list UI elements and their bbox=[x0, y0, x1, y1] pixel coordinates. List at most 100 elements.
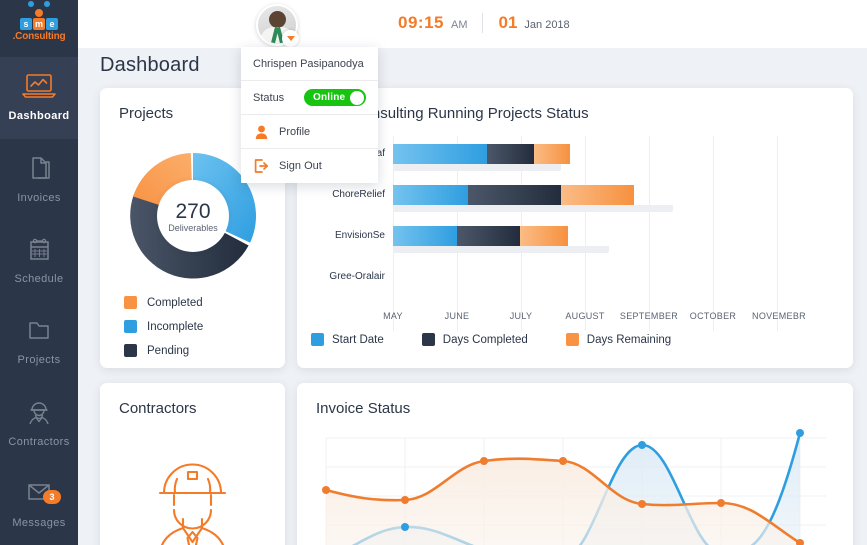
legend-label: Days Remaining bbox=[586, 333, 672, 346]
dropdown-user-name: Chrispen Pasipanodya bbox=[253, 57, 364, 70]
gantt-seg-days-completed bbox=[487, 144, 534, 164]
calendar-icon bbox=[22, 236, 56, 266]
gantt-tick-label: SEPTEMBER bbox=[619, 311, 679, 321]
status-toggle-label: Online bbox=[313, 92, 346, 103]
page-title: Dashboard bbox=[100, 54, 200, 76]
sidebar-item-dashboard[interactable]: Dashboard bbox=[0, 57, 78, 139]
donut-caption: Deliverables bbox=[168, 222, 218, 233]
dashboard-app: s m e .Consulting Dashboard Invoices Sch… bbox=[0, 0, 867, 545]
gantt-row-label: ChoreRelief bbox=[332, 189, 385, 200]
laptop-chart-icon bbox=[22, 73, 56, 103]
sidebar-item-label: Dashboard bbox=[8, 110, 70, 123]
gantt-tick-label: MAY bbox=[383, 311, 403, 321]
chevron-down-glyph bbox=[286, 36, 295, 41]
current-day: 01 bbox=[498, 13, 518, 32]
documents-icon bbox=[22, 155, 56, 185]
gantt-row-label: Gree-Oralair bbox=[329, 271, 385, 282]
user-dropdown-menu[interactable]: Chrispen Pasipanodya Status Online Profi… bbox=[241, 47, 378, 183]
sidebar-item-label: Invoices bbox=[17, 191, 61, 204]
dropdown-status-label: Status bbox=[253, 91, 285, 104]
legend-label: Completed bbox=[147, 296, 203, 309]
logo-letter-e: e bbox=[45, 18, 58, 30]
dropdown-user-name-row: Chrispen Pasipanodya bbox=[241, 47, 378, 81]
worker-helmet-icon bbox=[150, 461, 235, 545]
contractors-card-title: Contractors bbox=[119, 400, 197, 417]
legend-swatch-days-completed bbox=[421, 333, 435, 346]
projects-card-title: Projects bbox=[119, 105, 174, 122]
dropdown-signout-label: Sign Out bbox=[279, 160, 322, 172]
legend-item[interactable]: Days Remaining bbox=[565, 333, 672, 346]
legend-item[interactable]: Incomplete bbox=[124, 320, 203, 333]
logo-subtitle: .Consulting bbox=[12, 31, 66, 42]
dropdown-signout-item[interactable]: Sign Out bbox=[241, 149, 378, 183]
legend-item[interactable]: Completed bbox=[124, 296, 203, 309]
gantt-seg-days-remaining bbox=[534, 144, 570, 164]
sidebar-item-projects[interactable]: Projects bbox=[0, 301, 78, 382]
gantt-tick-label: AUGUST bbox=[565, 311, 605, 321]
legend-label: Incomplete bbox=[147, 320, 204, 333]
user-icon bbox=[253, 125, 269, 139]
chevron-down-icon[interactable] bbox=[282, 30, 299, 47]
current-time: 09:15 bbox=[398, 13, 444, 32]
legend-label: Start Date bbox=[332, 333, 384, 346]
topbar: 09:15 AM 01 Jan 2018 bbox=[78, 0, 867, 48]
bar-shadow bbox=[393, 164, 561, 171]
gantt-seg-start-date bbox=[393, 226, 457, 246]
legend-label: Days Completed bbox=[442, 333, 528, 346]
gantt-row[interactable]: Gree-Oralair bbox=[311, 267, 839, 287]
legend-swatch-incomplete bbox=[124, 320, 137, 333]
sidebar-item-label: Schedule bbox=[14, 272, 64, 285]
running-projects-card: SME.Consulting Running Projects Status S… bbox=[297, 88, 853, 368]
logo-letter-m: m bbox=[32, 18, 45, 30]
status-toggle-knob bbox=[350, 90, 364, 105]
gantt-row[interactable]: Simpleaf bbox=[311, 144, 839, 171]
avatar-head bbox=[269, 11, 286, 28]
legend-swatch-completed bbox=[124, 296, 137, 309]
gantt-row[interactable]: ChoreRelief bbox=[311, 185, 839, 212]
donut-value: 270 bbox=[175, 199, 211, 223]
sidebar-item-messages[interactable]: 3 Messages bbox=[0, 464, 78, 545]
gantt-tick-label: JUNE bbox=[444, 311, 470, 321]
clock-date: 09:15 AM 01 Jan 2018 bbox=[398, 13, 570, 33]
gantt-seg-days-remaining bbox=[561, 185, 634, 205]
time-meridiem: AM bbox=[450, 19, 468, 31]
gantt-chart[interactable]: Simpleaf ChoreRelief EnvisionSe bbox=[311, 136, 839, 351]
brand-logo[interactable]: s m e .Consulting bbox=[0, 0, 78, 42]
legend-item[interactable]: Days Completed bbox=[421, 333, 528, 346]
logo-dot-right bbox=[43, 1, 50, 7]
dropdown-profile-label: Profile bbox=[279, 125, 311, 138]
sidebar-item-contractors[interactable]: Contractors bbox=[0, 382, 78, 463]
legend-label: Pending bbox=[147, 344, 190, 357]
avatar-menu-trigger[interactable] bbox=[256, 4, 299, 47]
legend-item[interactable]: Pending bbox=[124, 344, 203, 357]
dropdown-status-row[interactable]: Status Online bbox=[241, 81, 378, 115]
status-toggle[interactable]: Online bbox=[304, 89, 366, 106]
legend-swatch-pending bbox=[124, 344, 137, 357]
gantt-seg-days-completed bbox=[457, 226, 520, 246]
folder-icon bbox=[22, 317, 56, 347]
gantt-tick-label: JULY bbox=[509, 311, 533, 321]
worker-icon bbox=[22, 399, 56, 429]
logo-mark bbox=[13, 0, 66, 17]
contractors-card: Contractors bbox=[100, 383, 285, 545]
sidebar: s m e .Consulting Dashboard Invoices Sch… bbox=[0, 0, 78, 545]
legend-swatch-days-remaining bbox=[565, 333, 579, 346]
gantt-seg-start-date bbox=[393, 185, 468, 205]
gantt-row[interactable]: EnvisionSe bbox=[311, 226, 839, 253]
legend-item[interactable]: Start Date bbox=[311, 333, 384, 346]
bar-shadow bbox=[393, 246, 609, 253]
dropdown-profile-item[interactable]: Profile bbox=[241, 115, 378, 149]
clock-divider bbox=[482, 13, 484, 33]
main-area: 09:15 AM 01 Jan 2018 Dashboard Projects bbox=[78, 0, 867, 545]
logo-dot-left bbox=[27, 1, 34, 7]
projects-legend: Completed Incomplete Pending bbox=[124, 296, 203, 368]
invoice-status-card: Invoice Status bbox=[297, 383, 853, 545]
gantt-tick-label: OCTOBER bbox=[689, 311, 737, 321]
gantt-row-label: EnvisionSe bbox=[334, 230, 385, 241]
gantt-seg-start-date bbox=[393, 144, 487, 164]
sidebar-item-schedule[interactable]: Schedule bbox=[0, 220, 78, 301]
logo-letter-s: s bbox=[19, 18, 32, 30]
messages-badge: 3 bbox=[43, 490, 61, 505]
invoice-line-chart[interactable] bbox=[311, 428, 839, 545]
sidebar-item-invoices[interactable]: Invoices bbox=[0, 139, 78, 220]
